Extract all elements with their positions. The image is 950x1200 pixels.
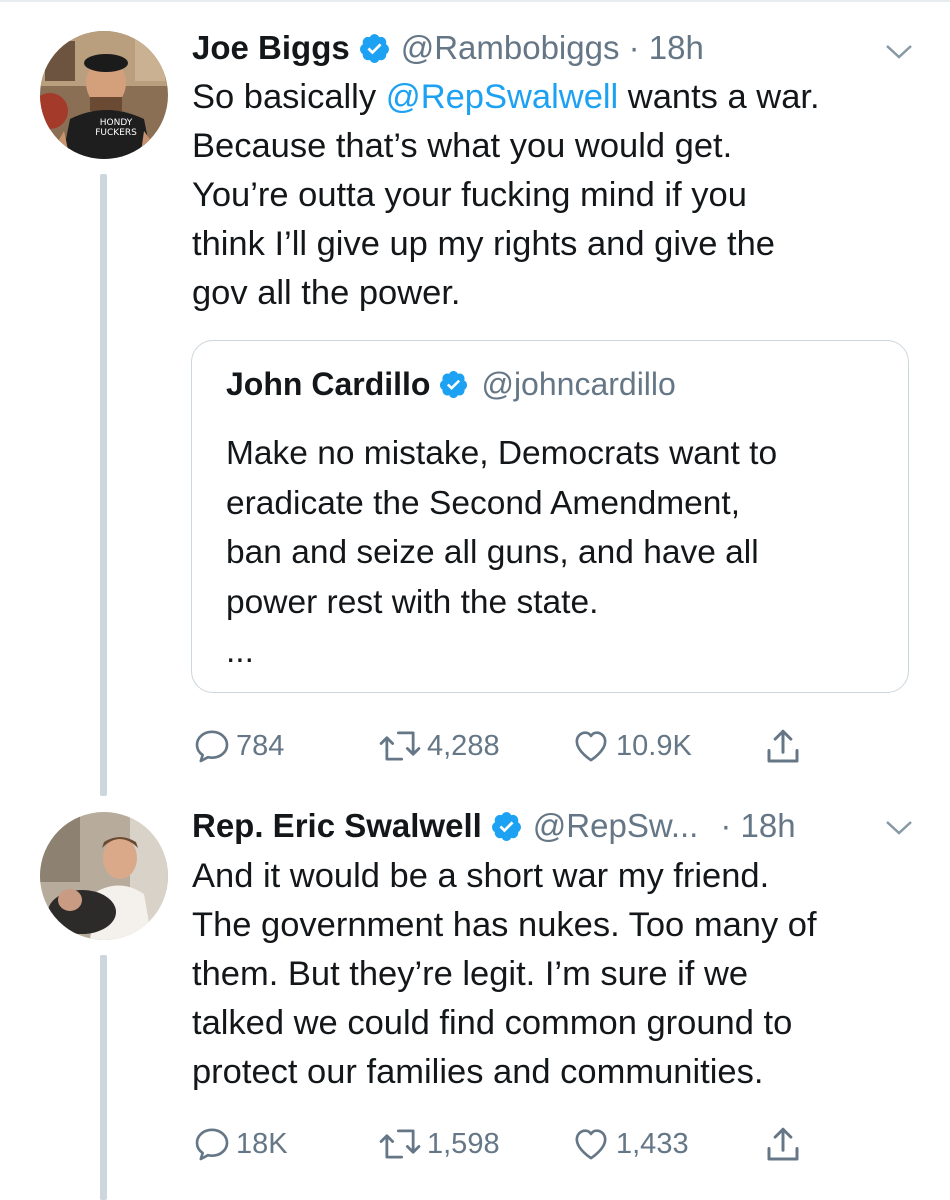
tweet-text-line: think I’ll give up my rights and give th… [192,225,775,263]
quoted-text-line: ban and seize all guns, and have all [226,534,759,571]
quoted-tweet[interactable]: John Cardillo @johncardillo Make no mist… [191,340,909,693]
like-button[interactable]: 10.9K [570,726,692,766]
quoted-text-line: eradicate the Second Amendment, [226,484,740,522]
tweet-text-line: Because that’s what you would get. [192,127,733,165]
author-name[interactable]: Rep. Eric Swalwell [192,807,482,845]
tweet-text-line: And it would be a short war my friend. [192,857,770,895]
quoted-author-handle: @johncardillo [481,366,676,402]
mention-link[interactable]: @RepSwalwell [386,78,619,116]
reply-count: 784 [236,729,285,762]
retweet-button[interactable]: 4,288 [377,726,500,766]
quoted-tweet-header: John Cardillo @johncardillo [226,366,676,403]
chevron-down-icon[interactable] [884,818,914,838]
tweet-text-line: The government has nukes. Too many of [192,906,817,944]
verified-badge-icon [491,811,521,841]
like-icon [575,1129,607,1160]
tweet-header: Rep. Eric Swalwell @RepSw... · 18h [192,806,796,846]
retweet-button[interactable]: 1,598 [377,1124,500,1164]
tweet-text-line: talked we could find common ground to [192,1004,793,1042]
quoted-tweet-text: Make no mistake, Democrats want to eradi… [226,429,777,677]
tweet-text-line: You’re outta your fucking mind if you [192,176,747,214]
text-segment: So basically [192,78,386,116]
avatar-eric-swalwell[interactable] [40,812,168,940]
tweet-text-line: them. But they’re legit. I’m sure if we [192,955,749,993]
share-icon [767,729,799,763]
tweet-actions: 784 4,288 10.9K [192,726,832,766]
reply-icon [195,730,229,763]
retweet-icon [379,731,421,761]
share-button[interactable] [762,1124,804,1166]
quoted-author-name: John Cardillo [226,366,431,402]
retweet-count: 4,288 [427,729,500,762]
like-count: 10.9K [616,729,692,762]
author-handle[interactable]: @RepSw... [533,807,699,845]
reply-count: 18K [236,1127,288,1160]
avatar-joe-biggs[interactable]: HONDY FUCKERS [40,31,168,159]
retweet-count: 1,598 [427,1127,500,1160]
tweet-text: And it would be a short war my friend. T… [192,852,922,1097]
reply-icon [195,1128,229,1161]
tweet-text-line: protect our families and communities. [192,1053,764,1091]
author-handle[interactable]: @Rambobiggs · 18h [401,29,704,67]
avatar-shirt-text-line2: FUCKERS [95,128,137,138]
share-button[interactable] [762,726,804,768]
share-icon [767,1127,799,1161]
chevron-down-icon[interactable] [884,42,914,62]
top-divider [0,0,950,2]
thread-connector-line [100,174,107,796]
tweet-text-line: gov all the power. [192,274,461,312]
tweet-time[interactable]: · 18h [720,807,795,845]
reply-button[interactable]: 18K [192,1124,288,1164]
thread-connector-line [100,955,107,1200]
tweet-text-line: So basically @RepSwalwell wants a war. [192,73,922,122]
reply-button[interactable]: 784 [192,726,284,766]
verified-badge-icon [359,33,389,63]
avatar-shirt-text-line1: HONDY [100,118,133,128]
quoted-text-line: power rest with the state. [226,583,599,621]
tweet-header: Joe Biggs @Rambobiggs · 18h [192,28,704,68]
author-name[interactable]: Joe Biggs [192,29,350,67]
verified-badge-icon [440,370,468,399]
tweet-text: So basically @RepSwalwell wants a war. B… [192,73,922,318]
tweet-actions: 18K 1,598 1,433 [192,1124,832,1164]
text-segment: wants a war. [618,78,820,116]
retweet-icon [379,1129,421,1159]
like-button[interactable]: 1,433 [570,1124,689,1164]
like-icon [575,731,607,762]
quoted-text-more: ... [226,633,254,670]
like-count: 1,433 [616,1127,689,1160]
quoted-text-line: Make no mistake, Democrats want to [226,435,778,472]
